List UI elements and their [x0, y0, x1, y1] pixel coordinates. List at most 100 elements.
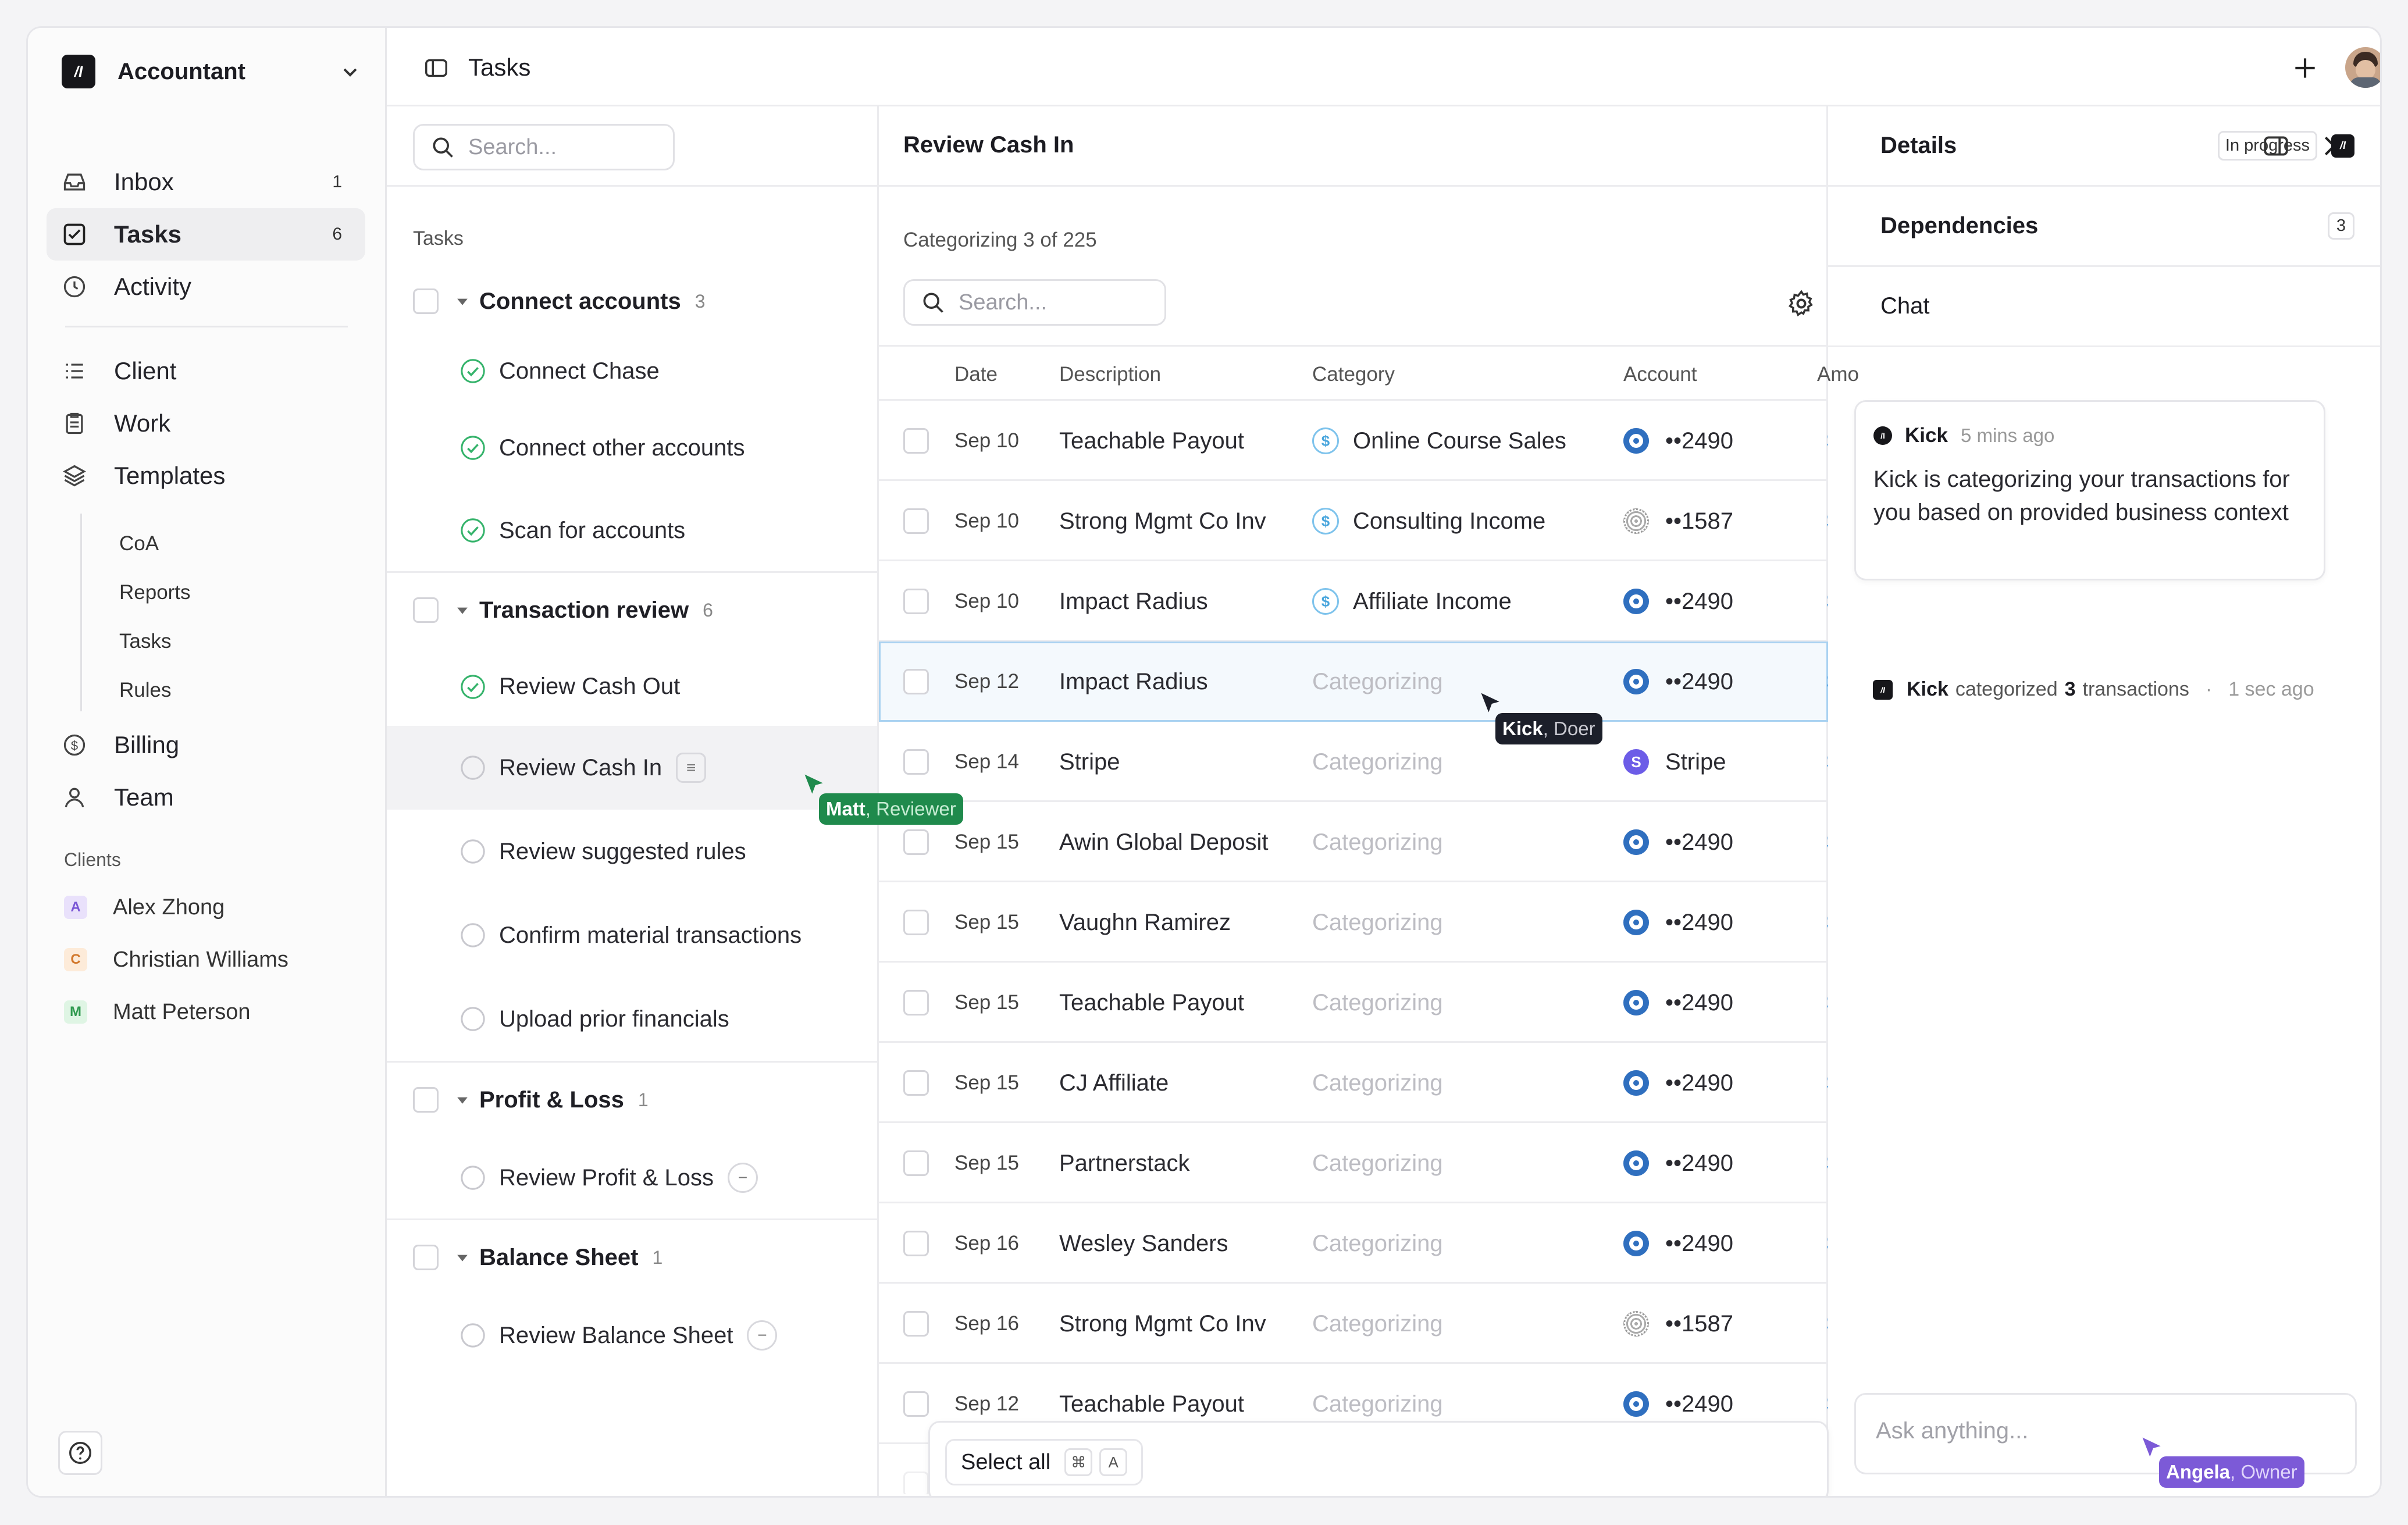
nav-item-work[interactable]: Work — [47, 397, 365, 450]
row-checkbox[interactable] — [903, 669, 929, 694]
table-row[interactable]: Sep 15 Awin Global Deposit Categorizing ••2… — [879, 802, 1828, 882]
task-group-transaction-review[interactable]: Transaction review 6 — [387, 573, 877, 647]
table-row[interactable]: Sep 15CJ AffiliateCategorizing••2490$1 — [879, 1043, 1828, 1123]
tasks-search[interactable]: Search... — [413, 124, 675, 170]
table-row[interactable]: Sep 12Impact RadiusCategorizing••2490$5 — [879, 642, 1828, 722]
inbox-icon — [59, 167, 90, 197]
row-category[interactable]: Categorizing — [1312, 1123, 1443, 1203]
minus-circle-icon[interactable]: − — [747, 1320, 778, 1351]
row-category[interactable]: Categorizing — [1312, 722, 1443, 802]
section-details[interactable]: Details In progress /I — [1828, 106, 2380, 187]
subnav-item-coa[interactable]: CoA — [28, 519, 365, 568]
table-row[interactable]: Sep 14StripeCategorizingSStripe$5 — [879, 722, 1828, 802]
table-row[interactable]: Sep 10 Strong Mgmt Co Inv $ Consulting Inco… — [879, 481, 1828, 561]
column-category[interactable]: Category — [1312, 363, 1395, 386]
nav-item-activity[interactable]: Activity — [47, 261, 365, 313]
help-button[interactable] — [58, 1431, 102, 1475]
row-checkbox[interactable] — [903, 1391, 929, 1417]
row-category[interactable]: Categorizing — [1312, 882, 1443, 963]
column-date[interactable]: Date — [954, 363, 998, 386]
client-item-matt[interactable]: M Matt Peterson — [28, 986, 365, 1038]
task-item[interactable]: Confirm material transactions — [387, 893, 877, 977]
row-category[interactable]: Categorizing — [1312, 1043, 1443, 1123]
nav-item-inbox[interactable]: Inbox 1 — [47, 156, 365, 208]
row-checkbox[interactable] — [903, 1311, 929, 1337]
row-category[interactable]: Categorizing — [1312, 802, 1443, 882]
nav-item-billing[interactable]: $ Billing — [47, 719, 365, 771]
nav-item-tasks[interactable]: Tasks 6 — [47, 208, 365, 261]
task-group-balance-sheet[interactable]: Balance Sheet 1 — [387, 1220, 877, 1295]
task-group-profit-loss[interactable]: Profit & Loss 1 — [387, 1063, 877, 1137]
table-row[interactable]: Sep 15PartnerstackCategorizing••2490$9 — [879, 1123, 1828, 1203]
row-checkbox[interactable] — [903, 749, 929, 775]
task-item[interactable]: Review Cash Out — [387, 647, 877, 726]
row-category[interactable]: Categorizing — [1312, 1203, 1443, 1284]
plus-icon[interactable] — [2291, 54, 2320, 83]
search-placeholder: Search... — [959, 290, 1048, 315]
task-group-connect-accounts[interactable]: Connect accounts 3 — [387, 266, 877, 336]
row-checkbox[interactable] — [903, 508, 929, 534]
row-category[interactable]: Categorizing — [1312, 642, 1443, 722]
minus-circle-icon[interactable]: − — [728, 1163, 758, 1193]
row-category[interactable]: Categorizing — [1312, 963, 1443, 1043]
user-avatar[interactable] — [2345, 47, 2380, 88]
group-checkbox[interactable] — [413, 288, 439, 314]
row-category[interactable]: $ Affiliate Income — [1312, 561, 1512, 642]
section-dependencies[interactable]: Dependencies 3 — [1828, 187, 2380, 267]
nav-label: Inbox — [114, 168, 174, 195]
table-row[interactable]: Sep 16 Strong Mgmt Co Inv Categorizing ••15… — [879, 1284, 1828, 1364]
select-all-button[interactable]: Select all ⌘ A — [945, 1439, 1144, 1485]
row-checkbox[interactable] — [903, 1231, 929, 1256]
row-checkbox[interactable] — [903, 1150, 929, 1176]
row-checkbox-cell — [903, 481, 929, 561]
column-description[interactable]: Description — [1059, 363, 1161, 386]
task-item[interactable]: Review Balance Sheet − — [387, 1295, 877, 1376]
table-row[interactable]: Sep 10 Impact Radius $ Affiliate Income ••24… — [879, 561, 1828, 642]
table-row[interactable]: Sep 16Wesley SandersCategorizing••2490$7 — [879, 1203, 1828, 1284]
row-checkbox[interactable] — [903, 910, 929, 935]
gear-icon[interactable] — [1786, 288, 1816, 319]
subnav-item-reports[interactable]: Reports — [28, 568, 365, 617]
table-row[interactable]: Sep 10 Teachable Payout $ Online Course Sal… — [879, 401, 1828, 481]
row-checkbox-cell — [903, 642, 929, 722]
task-item[interactable]: Upload prior financials — [387, 977, 877, 1061]
table-row[interactable]: Sep 15Vaughn RamirezCategorizing••2490$2 — [879, 882, 1828, 963]
client-item-alex[interactable]: A Alex Zhong — [28, 881, 365, 933]
row-checkbox[interactable] — [903, 1471, 929, 1494]
row-category[interactable]: $ Online Course Sales — [1312, 401, 1566, 481]
progress-text: Categorizing 3 of 225 — [903, 229, 1097, 251]
nav-item-client[interactable]: Client — [47, 345, 365, 397]
workspace-switcher[interactable]: /I Accountant — [62, 48, 364, 95]
subnav-item-tasks[interactable]: Tasks — [28, 617, 365, 666]
subnav-item-rules[interactable]: Rules — [28, 666, 365, 715]
transactions-search[interactable]: Search... — [903, 279, 1166, 326]
row-checkbox[interactable] — [903, 428, 929, 454]
column-account[interactable]: Account — [1623, 363, 1697, 386]
group-checkbox[interactable] — [413, 1087, 439, 1113]
row-date: Sep 14 — [954, 750, 1019, 773]
task-item[interactable]: Scan for accounts — [387, 490, 877, 571]
sidebar-toggle-icon[interactable] — [423, 55, 450, 81]
row-category[interactable]: Categorizing — [1312, 1284, 1443, 1364]
client-item-christian[interactable]: C Christian Williams — [28, 933, 365, 986]
group-checkbox[interactable] — [413, 597, 439, 623]
section-chat[interactable]: Chat — [1828, 267, 2380, 347]
row-description: Stripe — [1059, 749, 1120, 775]
table-row[interactable]: Sep 15 Teachable Payout Categorizing ••2490… — [879, 963, 1828, 1043]
row-checkbox[interactable] — [903, 589, 929, 614]
check-circle-icon — [461, 518, 485, 543]
task-item[interactable]: Review suggested rules — [387, 810, 877, 893]
category-label: Categorizing — [1312, 1391, 1443, 1417]
task-item[interactable]: Review Profit & Loss − — [387, 1137, 877, 1218]
task-item[interactable]: Connect Chase — [387, 336, 877, 406]
task-item[interactable]: Connect other accounts — [387, 406, 877, 490]
row-account: ••1587 — [1623, 481, 1733, 561]
row-checkbox[interactable] — [903, 1070, 929, 1096]
nav-item-team[interactable]: Team — [47, 771, 365, 824]
nav-item-templates[interactable]: Templates — [47, 450, 365, 502]
group-checkbox[interactable] — [413, 1245, 439, 1270]
row-checkbox[interactable] — [903, 990, 929, 1016]
row-category[interactable]: $ Consulting Income — [1312, 481, 1545, 561]
row-checkbox[interactable] — [903, 829, 929, 855]
notes-icon[interactable]: ≡ — [676, 753, 707, 783]
